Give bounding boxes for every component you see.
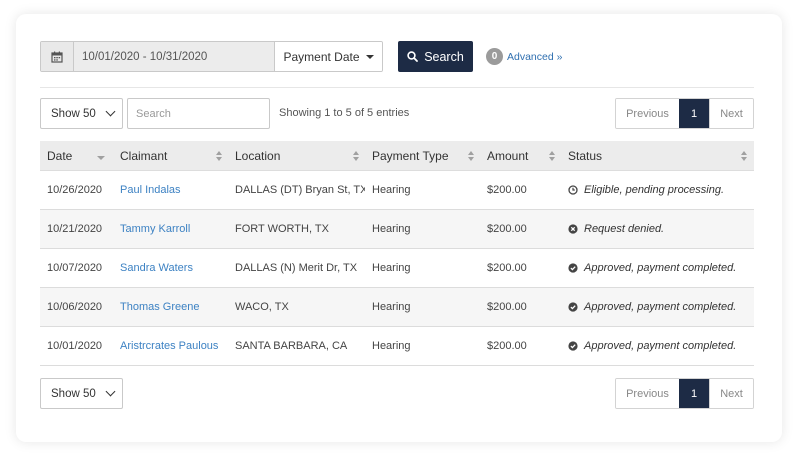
page-size-select[interactable]: Show 50 <box>40 98 123 129</box>
advanced-count-badge: 0 <box>486 48 503 65</box>
cell-location: DALLAS (N) Merit Dr, TX <box>235 262 358 274</box>
status-text: Request denied. <box>584 223 665 235</box>
status-text: Eligible, pending processing. <box>584 184 725 196</box>
table-row: 10/07/2020 Sandra Waters DALLAS (N) Meri… <box>40 249 754 288</box>
cell-status: Eligible, pending processing. <box>561 184 753 196</box>
column-header-status[interactable]: Status <box>561 141 753 170</box>
column-header-claimant[interactable]: Claimant <box>113 141 228 170</box>
entries-info: Showing 1 to 5 of 5 entries <box>279 107 410 119</box>
cell-date: 10/07/2020 <box>47 262 103 274</box>
next-page-button[interactable]: Next <box>709 99 753 128</box>
cell-payment-type: Hearing <box>372 301 411 313</box>
column-header-amount[interactable]: Amount <box>480 141 561 170</box>
cell-amount: $200.00 <box>487 262 527 274</box>
page-1-button[interactable]: 1 <box>679 379 709 408</box>
check-circle-icon <box>568 302 578 312</box>
cell-date: 10/06/2020 <box>47 301 103 313</box>
cell-status: Approved, payment completed. <box>561 262 753 274</box>
cell-payment-type: Hearing <box>372 262 411 274</box>
column-label: Amount <box>487 148 529 163</box>
sort-icon <box>549 151 555 161</box>
payments-card: 10/01/2020 - 10/31/2020 Payment Date Sea… <box>30 28 766 424</box>
chevron-down-icon <box>105 106 116 117</box>
search-icon <box>407 51 419 62</box>
claimant-link[interactable]: Sandra Waters <box>113 262 228 274</box>
column-label: Date <box>47 148 73 163</box>
cell-location: DALLAS (DT) Bryan St, TX <box>235 184 365 196</box>
pagination-top: Previous 1 Next <box>615 98 754 129</box>
cell-payment-type: Hearing <box>372 184 411 196</box>
previous-page-button[interactable]: Previous <box>616 99 679 128</box>
claimant-link[interactable]: Aristrcrates Paulous <box>113 340 228 352</box>
cell-payment-type: Hearing <box>372 340 411 352</box>
table-controls-top: Show 50 Showing 1 to 5 of 5 entries Prev… <box>40 98 754 129</box>
page-size-value: Show 50 <box>51 107 96 120</box>
cell-amount: $200.00 <box>487 223 527 235</box>
sort-icon <box>216 151 222 161</box>
clock-icon <box>568 185 578 195</box>
check-circle-icon <box>568 263 578 273</box>
column-label: Payment Type <box>372 148 449 163</box>
filter-bar: 10/01/2020 - 10/31/2020 Payment Date Sea… <box>40 41 562 72</box>
status-text: Approved, payment completed. <box>584 301 737 313</box>
sort-icon <box>353 151 359 161</box>
x-circle-icon <box>568 224 578 234</box>
date-type-dropdown[interactable]: Payment Date <box>274 42 382 71</box>
table-row: 10/06/2020 Thomas Greene WACO, TX Hearin… <box>40 288 754 327</box>
column-header-location[interactable]: Location <box>228 141 365 170</box>
table-search-input[interactable] <box>127 98 270 129</box>
advanced-link[interactable]: Advanced » <box>507 51 562 63</box>
cell-date: 10/26/2020 <box>47 184 103 196</box>
cell-status: Approved, payment completed. <box>561 301 753 313</box>
date-range-group: 10/01/2020 - 10/31/2020 Payment Date <box>40 41 383 72</box>
column-label: Location <box>235 148 281 163</box>
divider <box>40 87 754 88</box>
cell-amount: $200.00 <box>487 301 527 313</box>
chevron-down-icon <box>105 386 116 397</box>
cell-location: SANTA BARBARA, CA <box>235 340 348 352</box>
search-button-label: Search <box>424 49 464 64</box>
cell-amount: $200.00 <box>487 340 527 352</box>
page-size-select-bottom[interactable]: Show 50 <box>40 378 123 409</box>
cell-status: Request denied. <box>561 223 753 235</box>
table-header: Date Claimant Location Payment Type Amou… <box>40 141 754 171</box>
next-page-button[interactable]: Next <box>709 379 753 408</box>
table-row: 10/21/2020 Tammy Karroll FORT WORTH, TX … <box>40 210 754 249</box>
column-header-payment-type[interactable]: Payment Type <box>365 141 480 170</box>
status-text: Approved, payment completed. <box>584 262 737 274</box>
check-circle-icon <box>568 341 578 351</box>
table-row: 10/26/2020 Paul Indalas DALLAS (DT) Brya… <box>40 171 754 210</box>
cell-date: 10/21/2020 <box>47 223 103 235</box>
claimant-link[interactable]: Thomas Greene <box>113 301 228 313</box>
sort-desc-icon <box>97 156 105 160</box>
status-text: Approved, payment completed. <box>584 340 737 352</box>
cell-location: FORT WORTH, TX <box>235 223 329 235</box>
cell-date: 10/01/2020 <box>47 340 103 352</box>
cell-payment-type: Hearing <box>372 223 411 235</box>
cell-location: WACO, TX <box>235 301 289 313</box>
claimant-link[interactable]: Tammy Karroll <box>113 223 228 235</box>
date-type-label: Payment Date <box>283 49 360 64</box>
column-label: Claimant <box>120 148 168 163</box>
payments-table: Date Claimant Location Payment Type Amou… <box>40 141 754 366</box>
page-size-value: Show 50 <box>51 387 96 400</box>
page-1-button[interactable]: 1 <box>679 99 709 128</box>
cell-status: Approved, payment completed. <box>561 340 753 352</box>
sort-icon <box>468 151 474 161</box>
calendar-icon[interactable] <box>41 42 74 71</box>
previous-page-button[interactable]: Previous <box>616 379 679 408</box>
column-label: Status <box>568 148 603 163</box>
cell-amount: $200.00 <box>487 184 527 196</box>
date-range-input[interactable]: 10/01/2020 - 10/31/2020 <box>74 42 274 71</box>
table-controls-bottom: Show 50 Previous 1 Next <box>40 378 754 409</box>
pagination-bottom: Previous 1 Next <box>615 378 754 409</box>
caret-down-icon <box>365 54 374 59</box>
column-header-date[interactable]: Date <box>40 141 113 170</box>
advanced-filter: 0 Advanced » <box>486 48 562 65</box>
sort-icon <box>741 151 747 161</box>
claimant-link[interactable]: Paul Indalas <box>113 184 228 196</box>
search-button[interactable]: Search <box>398 41 473 72</box>
table-row: 10/01/2020 Aristrcrates Paulous SANTA BA… <box>40 327 754 366</box>
